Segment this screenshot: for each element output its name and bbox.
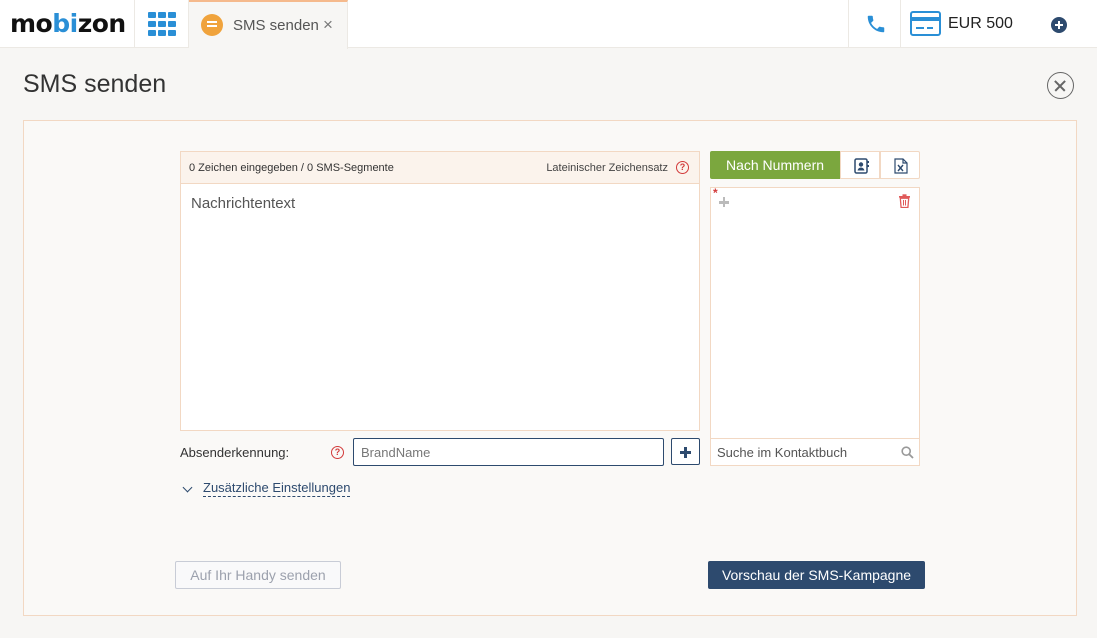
tab-by-numbers[interactable]: Nach Nummern [710, 151, 840, 179]
message-header: 0 Zeichen eingegeben / 0 SMS-Segmente La… [181, 152, 699, 184]
character-counter: 0 Zeichen eingegeben / 0 SMS-Segmente [189, 162, 394, 174]
recipients-list[interactable]: * [710, 186, 920, 466]
sender-id-input[interactable] [353, 438, 664, 466]
send-to-phone-button[interactable]: Auf Ihr Handy senden [175, 561, 341, 589]
balance-widget[interactable]: EUR 500 [901, 0, 1031, 48]
tab-contacts[interactable] [840, 151, 880, 179]
recipient-tabs: Nach Nummern [710, 151, 920, 179]
tab-close-icon[interactable]: × [323, 16, 333, 33]
sender-help-icon[interactable]: ? [331, 446, 344, 459]
search-icon[interactable] [901, 446, 914, 459]
sender-id-label: Absenderkennung: [180, 445, 290, 460]
page-title: SMS senden [23, 70, 167, 98]
excel-file-icon [894, 158, 908, 174]
contact-search [711, 438, 919, 466]
top-bar: mobizon SMS senden × EUR 500 [0, 0, 1097, 49]
apps-menu-button[interactable] [134, 0, 189, 48]
sms-bubble-icon [201, 14, 223, 36]
add-balance-icon[interactable] [1051, 17, 1067, 33]
required-mark: * [713, 186, 718, 200]
mobizon-logo[interactable]: mobizon [10, 9, 126, 38]
message-textarea[interactable] [181, 184, 699, 430]
contacts-icon [854, 158, 869, 174]
preview-campaign-button[interactable]: Vorschau der SMS-Kampagne [708, 561, 925, 589]
tab-excel-import[interactable] [880, 151, 920, 179]
credit-card-icon [910, 11, 941, 36]
additional-settings-label: Zusätzliche Einstellungen [203, 480, 351, 497]
tab-sms-senden[interactable]: SMS senden × [189, 0, 348, 49]
charset-label: Lateinischer Zeichensatz [546, 162, 668, 174]
apps-grid-icon [148, 12, 176, 36]
message-editor: 0 Zeichen eingegeben / 0 SMS-Segmente La… [180, 151, 700, 431]
contact-search-input[interactable] [711, 439, 891, 466]
phone-button[interactable] [848, 0, 901, 48]
add-recipient-icon[interactable] [718, 196, 730, 208]
add-sender-button[interactable] [671, 438, 700, 465]
charset-help-icon[interactable]: ? [676, 161, 689, 174]
balance-amount: EUR 500 [948, 15, 1013, 32]
phone-icon [867, 15, 885, 33]
tab-label: SMS senden [233, 17, 319, 34]
trash-icon[interactable] [898, 194, 911, 208]
close-page-icon[interactable] [1047, 72, 1074, 99]
